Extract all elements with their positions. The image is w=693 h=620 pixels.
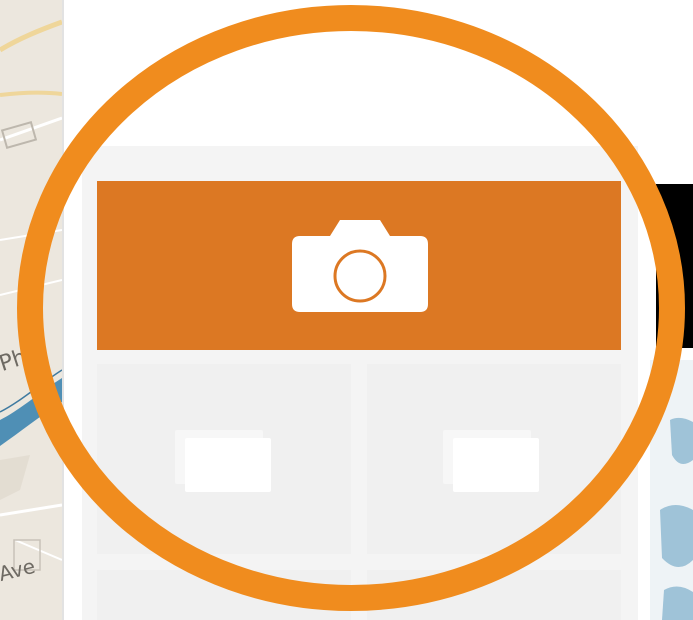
header-area bbox=[64, 0, 693, 146]
photo-stack-icon bbox=[453, 438, 539, 492]
preview-map[interactable] bbox=[650, 360, 693, 620]
photo-thumbnail[interactable] bbox=[367, 570, 621, 620]
photo-thumbnail[interactable] bbox=[367, 364, 621, 554]
photo-thumbnail[interactable] bbox=[97, 364, 351, 554]
map-strip[interactable]: Ph Ave bbox=[0, 0, 62, 620]
camera-icon bbox=[292, 220, 428, 312]
take-photo-button[interactable] bbox=[97, 181, 621, 350]
photo-stack-icon bbox=[185, 438, 271, 492]
map-tiles bbox=[0, 19, 62, 571]
preview-map-tiles bbox=[660, 417, 693, 620]
photo-thumbnail[interactable] bbox=[97, 570, 351, 620]
preview-image[interactable] bbox=[656, 184, 693, 348]
